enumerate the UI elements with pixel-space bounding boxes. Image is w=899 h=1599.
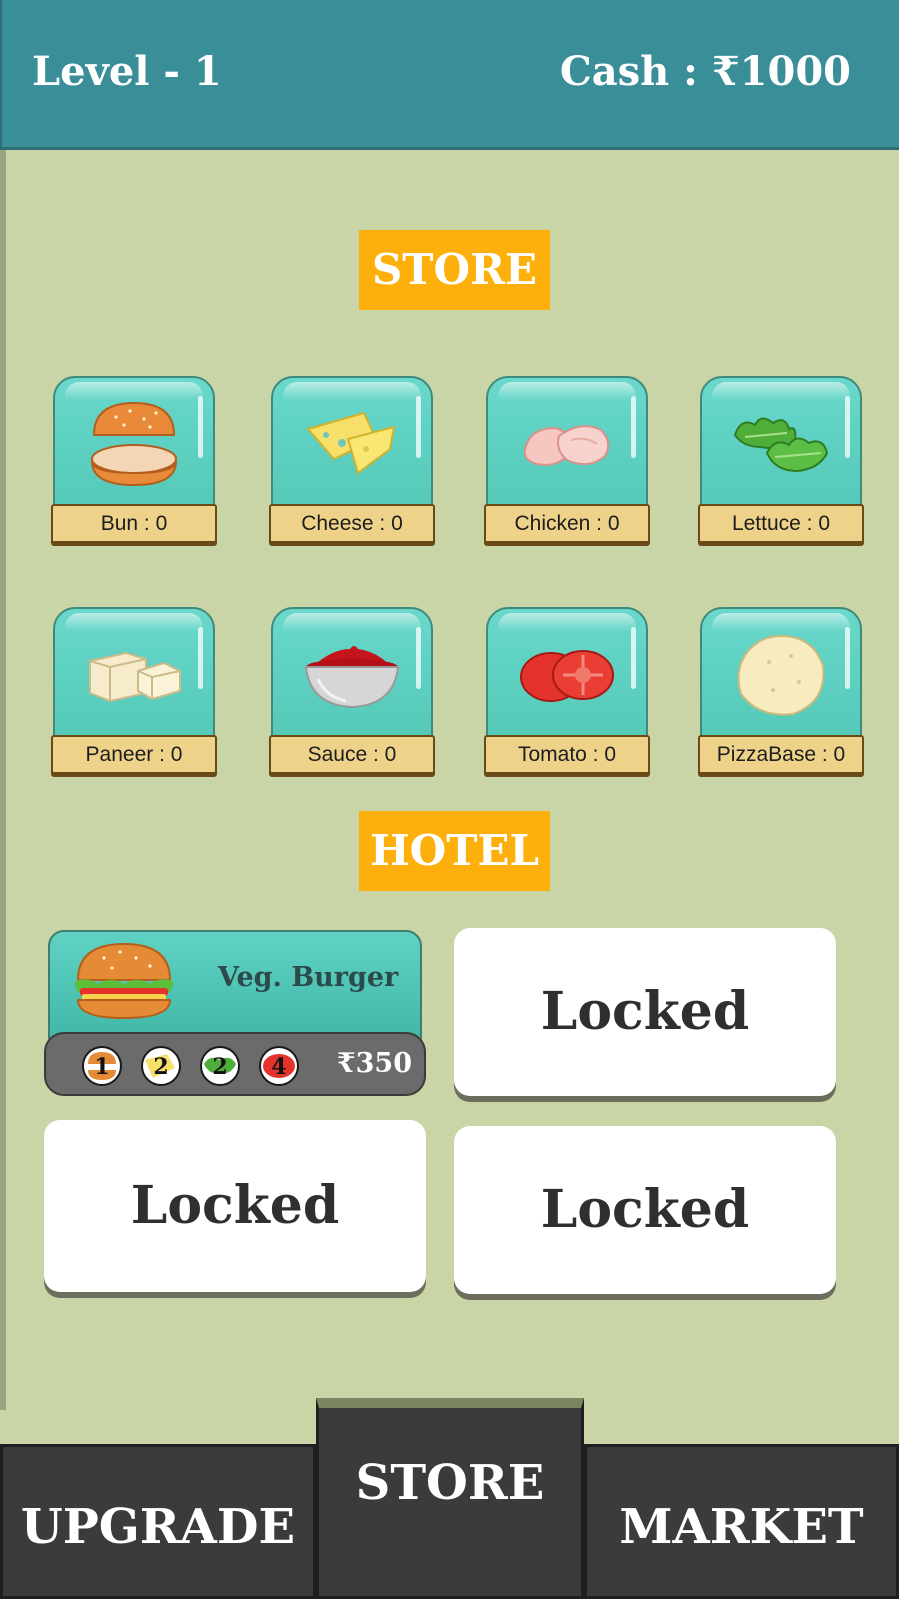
- ingredient-qty: 4: [271, 1054, 287, 1080]
- locked-slot-3[interactable]: Locked: [44, 1120, 426, 1292]
- ingredient-badge-lettuce: 2: [200, 1046, 240, 1086]
- ingredient-qty: 1: [94, 1054, 110, 1080]
- store-item-pizzabase[interactable]: PizzaBase : 0: [698, 607, 864, 779]
- store-item-label: Cheese : 0: [269, 504, 435, 546]
- dish-card-veg-burger[interactable]: Veg. Burger 1 2 2 4 ₹350: [44, 930, 426, 1100]
- burger-icon: [74, 942, 174, 1020]
- pizza-base-icon: [737, 634, 825, 716]
- nav-market-button[interactable]: MARKET: [584, 1444, 899, 1599]
- nav-upgrade-button[interactable]: UPGRADE: [0, 1444, 316, 1599]
- store-item-label: PizzaBase : 0: [698, 735, 864, 777]
- tomato-icon: [520, 650, 614, 702]
- cash-display: Cash : ₹1000: [559, 48, 851, 95]
- ingredient-badge-bun: 1: [82, 1046, 122, 1086]
- store-item-bun[interactable]: Bun : 0: [51, 376, 217, 548]
- store-item-chicken[interactable]: Chicken : 0: [484, 376, 650, 548]
- store-item-label: Tomato : 0: [484, 735, 650, 777]
- cheese-icon: [306, 411, 396, 475]
- dish-recipe-bar: 1 2 2 4 ₹350: [44, 1032, 426, 1096]
- top-bar: Level - 1 Cash : ₹1000: [0, 0, 899, 150]
- store-item-label: Lettuce : 0: [698, 504, 864, 546]
- ingredient-qty: 2: [153, 1054, 169, 1080]
- store-item-sauce[interactable]: Sauce : 0: [269, 607, 435, 779]
- store-item-label: Sauce : 0: [269, 735, 435, 777]
- store-item-label: Paneer : 0: [51, 735, 217, 777]
- lettuce-icon: [733, 417, 829, 473]
- dish-name: Veg. Burger: [218, 962, 399, 993]
- store-item-lettuce[interactable]: Lettuce : 0: [698, 376, 864, 548]
- paneer-icon: [89, 651, 181, 703]
- store-item-tomato[interactable]: Tomato : 0: [484, 607, 650, 779]
- chicken-icon: [523, 425, 610, 466]
- bun-icon: [91, 401, 177, 487]
- store-item-label: Bun : 0: [51, 504, 217, 546]
- store-item-paneer[interactable]: Paneer : 0: [51, 607, 217, 779]
- ingredient-badge-tomato: 4: [259, 1046, 299, 1086]
- hotel-section-title: HOTEL: [359, 811, 550, 891]
- dish-price: ₹350: [336, 1048, 412, 1079]
- ingredient-qty: 2: [212, 1054, 228, 1080]
- nav-store-button[interactable]: STORE: [316, 1398, 584, 1599]
- locked-slot-4[interactable]: Locked: [454, 1126, 836, 1294]
- store-item-cheese[interactable]: Cheese : 0: [269, 376, 435, 548]
- store-section-title: STORE: [359, 230, 550, 310]
- level-indicator: Level - 1: [32, 48, 222, 95]
- store-item-label: Chicken : 0: [484, 504, 650, 546]
- sauce-icon: [304, 646, 400, 709]
- locked-slot-2[interactable]: Locked: [454, 928, 836, 1096]
- ingredient-badge-cheese: 2: [141, 1046, 181, 1086]
